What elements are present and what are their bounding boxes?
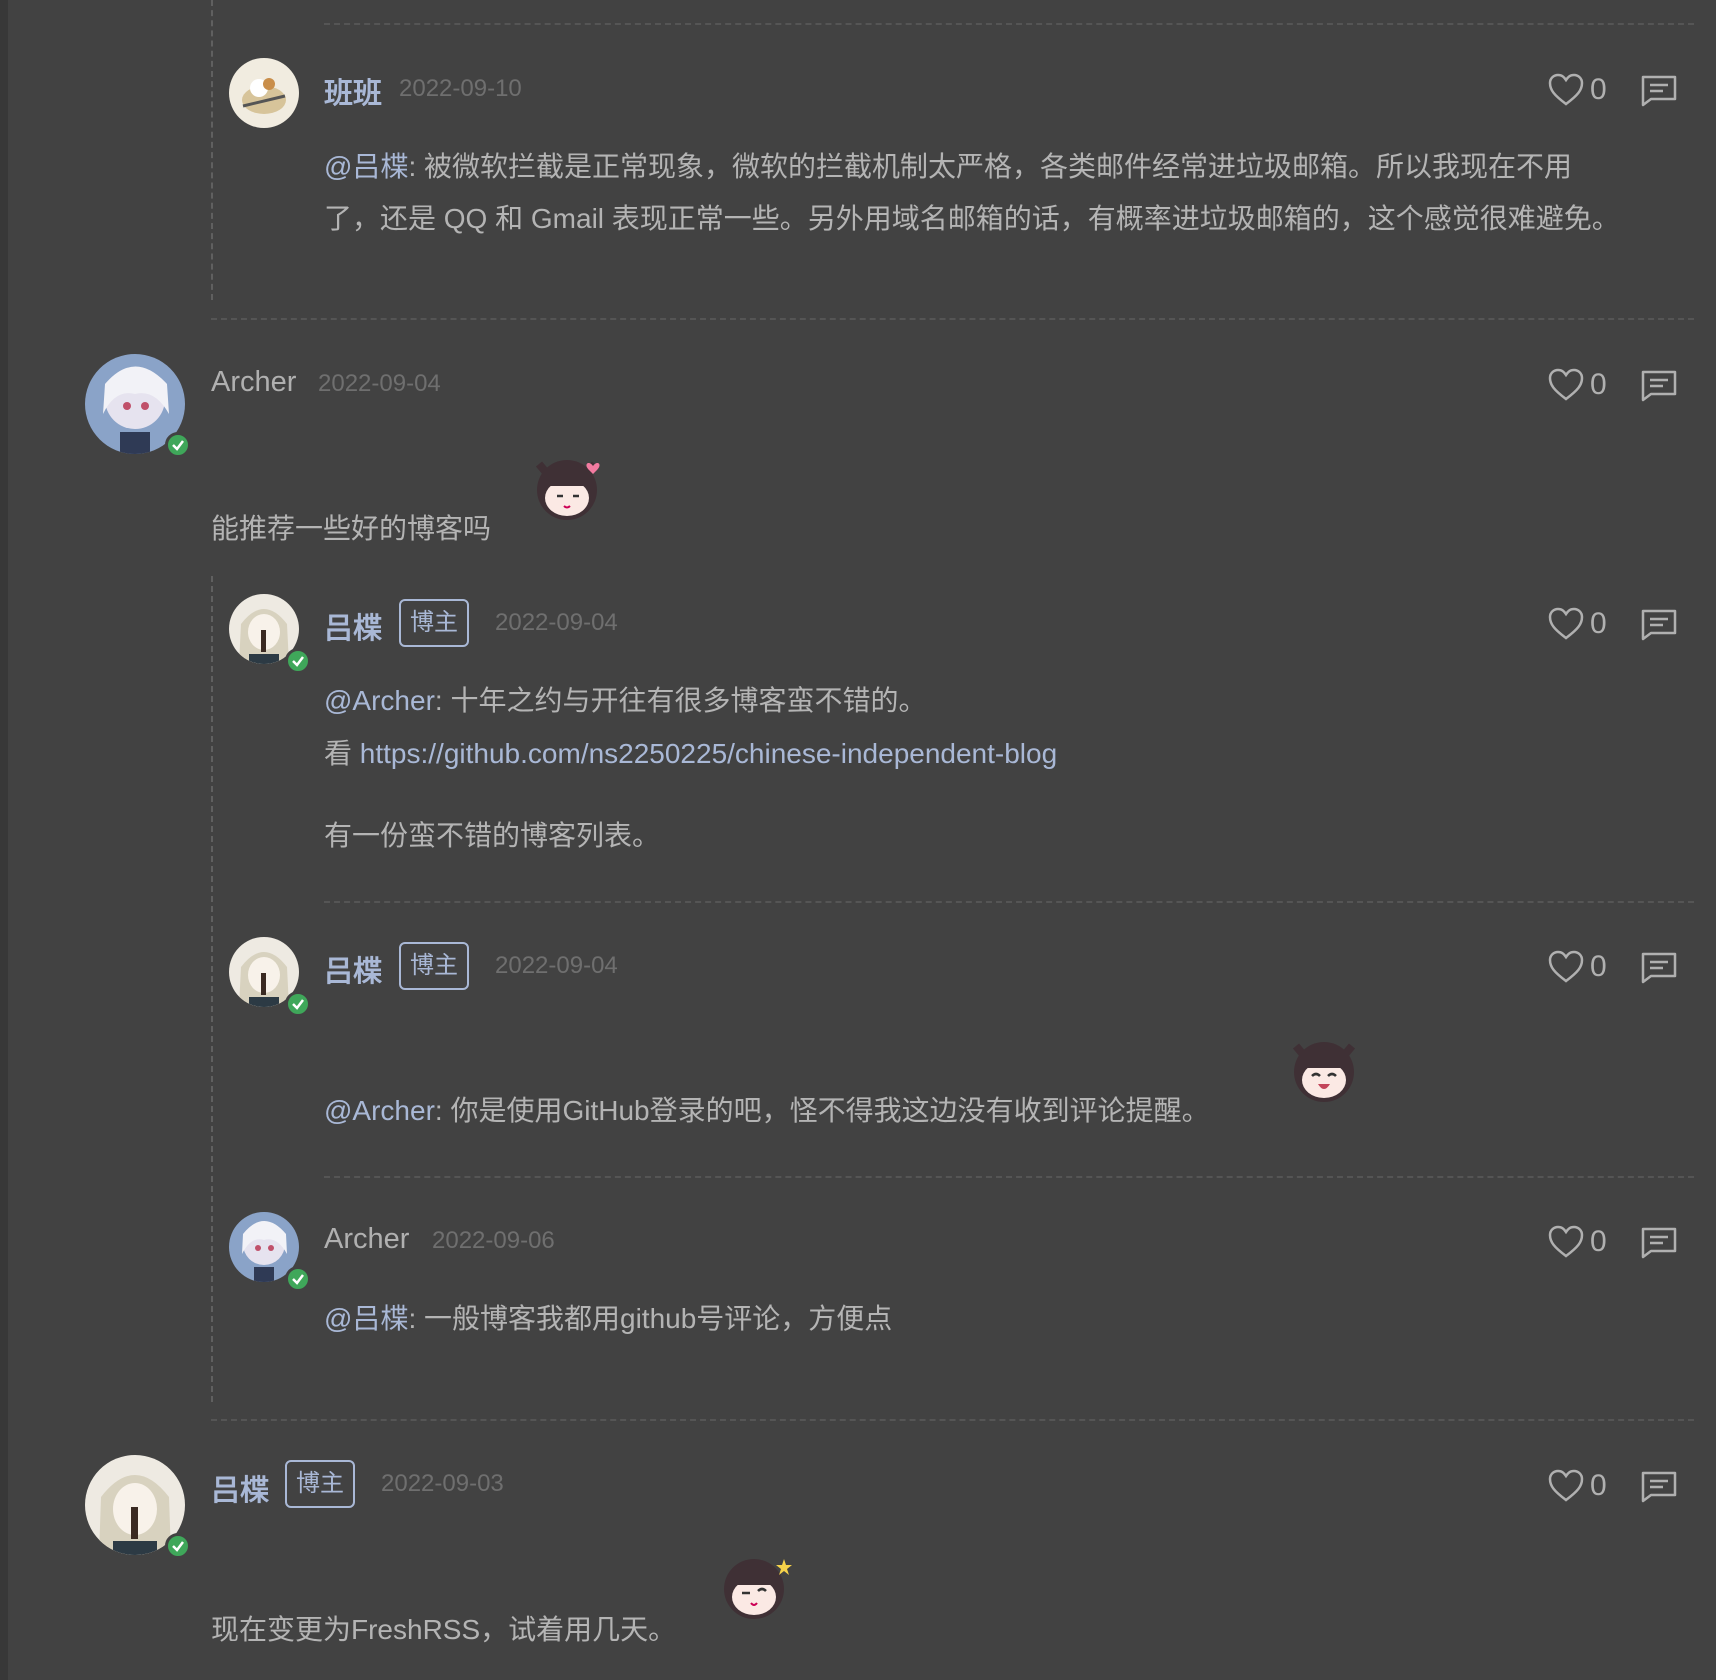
heart-icon[interactable] xyxy=(1548,607,1584,641)
avatar[interactable] xyxy=(85,354,191,458)
heart-icon[interactable] xyxy=(1548,1469,1584,1503)
comment-author[interactable]: Archer xyxy=(324,1223,409,1256)
mention[interactable]: @Archer xyxy=(324,685,435,716)
divider xyxy=(324,23,1694,25)
avatar[interactable] xyxy=(229,594,311,674)
avatar[interactable] xyxy=(229,58,299,128)
divider xyxy=(324,1176,1694,1178)
reply-icon[interactable] xyxy=(1641,370,1677,402)
like-count: 0 xyxy=(1590,950,1607,983)
comment-link-line: 看 https://github.com/ns2250225/chinese-i… xyxy=(324,728,1057,780)
comment-text: @Archer: 十年之约与开往有很多博客蛮不错的。 xyxy=(324,675,926,727)
comment-text-line: : 十年之约与开往有很多博客蛮不错的。 xyxy=(434,685,927,716)
thread-line xyxy=(211,576,213,1402)
cat-girl-star-sticker xyxy=(714,1545,794,1625)
heart-icon[interactable] xyxy=(1548,368,1584,402)
comment-text-line: : 被微软拦截是正常现象，微软的拦截机制太严格，各类邮件经常进垃圾邮箱。所以我现… xyxy=(408,151,1573,182)
link-prefix: 看 xyxy=(324,738,360,769)
comment-text: @吕楪: 一般博客我都用github号评论，方便点 xyxy=(324,1293,892,1345)
comment-date: 2022-09-03 xyxy=(381,1470,504,1497)
author-badge: 博主 xyxy=(285,1460,355,1508)
like-count: 0 xyxy=(1590,368,1607,401)
comment-author[interactable]: 吕楪 xyxy=(324,605,382,647)
comment-text: 现在变更为FreshRSS，试着用几天。 xyxy=(211,1614,677,1645)
comment-author[interactable]: 班班 xyxy=(324,70,382,112)
reply-icon[interactable] xyxy=(1641,1227,1677,1259)
divider xyxy=(211,1419,1694,1421)
cat-girl-laugh-sticker xyxy=(1284,1028,1364,1108)
heart-icon[interactable] xyxy=(1548,1225,1584,1259)
reply-icon[interactable] xyxy=(1641,609,1677,641)
comment-text: @吕楪: 被微软拦截是正常现象，微软的拦截机制太严格，各类邮件经常进垃圾邮箱。所… xyxy=(324,141,1572,193)
verified-check-icon xyxy=(285,1266,311,1292)
like-count: 0 xyxy=(1590,1225,1607,1258)
reply-icon[interactable] xyxy=(1641,952,1677,984)
mention[interactable]: @吕楪 xyxy=(324,1303,408,1334)
verified-check-icon xyxy=(285,648,311,674)
comment-text: @Archer: 你是使用GitHub登录的吧，怪不得我这边没有收到评论提醒。 xyxy=(324,1085,1210,1137)
comment-date: 2022-09-04 xyxy=(495,952,618,979)
like-count: 0 xyxy=(1590,73,1607,106)
avatar[interactable] xyxy=(85,1455,191,1559)
page-edge xyxy=(0,0,8,1680)
comment-author[interactable]: 吕楪 xyxy=(211,1467,269,1509)
comment-author[interactable]: 吕楪 xyxy=(324,948,382,990)
divider xyxy=(324,901,1694,903)
heart-icon[interactable] xyxy=(1548,73,1584,107)
verified-check-icon xyxy=(285,991,311,1017)
blog-list-link[interactable]: https://github.com/ns2250225/chinese-ind… xyxy=(360,738,1057,769)
comment-text-line: : 你是使用GitHub登录的吧，怪不得我这边没有收到评论提醒。 xyxy=(434,1095,1210,1126)
reply-icon[interactable] xyxy=(1641,75,1677,107)
comment-date: 2022-09-06 xyxy=(432,1227,555,1254)
heart-icon[interactable] xyxy=(1548,950,1584,984)
like-count: 0 xyxy=(1590,1469,1607,1502)
mention[interactable]: @吕楪 xyxy=(324,151,408,182)
author-badge: 博主 xyxy=(399,599,469,647)
comment-text-line: 了，还是 QQ 和 Gmail 表现正常一些。另外用域名邮箱的话，有概率进垃圾邮… xyxy=(324,203,1620,234)
comment-date: 2022-09-10 xyxy=(399,75,522,102)
comment-date: 2022-09-04 xyxy=(318,370,441,397)
author-badge: 博主 xyxy=(399,942,469,990)
reply-icon[interactable] xyxy=(1641,1471,1677,1503)
comment-text-line: : 一般博客我都用github号评论，方便点 xyxy=(408,1303,893,1334)
comment-date: 2022-09-04 xyxy=(495,609,618,636)
comment-author[interactable]: Archer xyxy=(211,366,296,399)
verified-check-icon xyxy=(165,1533,191,1559)
comment-text-line: 有一份蛮不错的博客列表。 xyxy=(324,820,661,851)
like-count: 0 xyxy=(1590,607,1607,640)
thread-line xyxy=(211,0,213,300)
comment-text: 能推荐一些好的博客吗 xyxy=(211,513,492,544)
verified-check-icon xyxy=(165,432,191,458)
avatar[interactable] xyxy=(229,1212,311,1292)
divider xyxy=(211,318,1694,320)
cat-girl-heart-sticker xyxy=(527,446,607,526)
avatar[interactable] xyxy=(229,937,311,1017)
mention[interactable]: @Archer xyxy=(324,1095,435,1126)
